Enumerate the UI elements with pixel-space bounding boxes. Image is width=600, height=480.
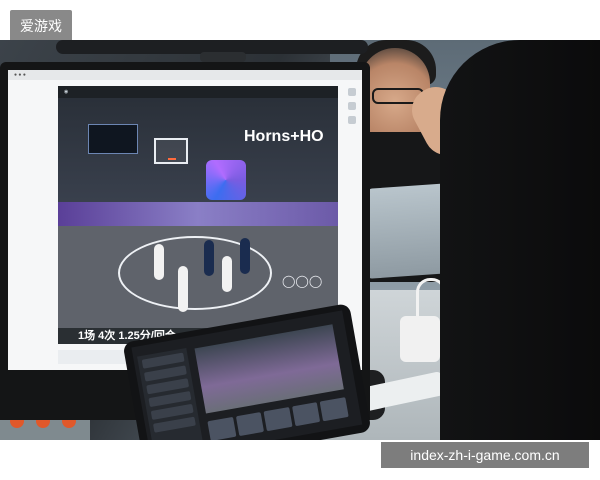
thumbnail[interactable] [235, 411, 265, 437]
thumbnail[interactable] [291, 402, 321, 427]
app-toolbar: ● ● ● [8, 70, 362, 80]
window-controls-icon[interactable]: ● ● ● [14, 72, 26, 78]
video-header: ◉ [58, 86, 338, 98]
player [154, 244, 164, 280]
sidebar-icon[interactable] [348, 102, 356, 110]
backboard [154, 138, 188, 164]
tablet-sidebar [137, 347, 203, 440]
player [222, 256, 232, 292]
webcam-icon [200, 52, 246, 62]
foreground-person [440, 40, 600, 440]
olympic-rings-icon: ◯◯◯ [282, 274, 323, 288]
photo: ● ● ● ◉ Horns+HO ◯◯◯ 1场 4次 1.25分/回合 [0, 40, 600, 440]
thumbnail[interactable] [320, 397, 349, 422]
sidebar-icon[interactable] [348, 116, 356, 124]
charger [400, 316, 440, 362]
player [204, 240, 214, 276]
site-tag: 爱游戏 [10, 10, 72, 42]
player [178, 266, 188, 312]
tablet-menu-item[interactable] [152, 416, 196, 433]
sidebar-icon[interactable] [348, 88, 356, 96]
watermark: index-zh-i-game.com.cn [381, 442, 589, 468]
event-logo-icon [206, 160, 246, 200]
sidebar-icons [348, 88, 358, 130]
brand-text: Horns+HO [244, 128, 324, 145]
laptop [368, 183, 448, 279]
logo-icon: ◉ [64, 89, 69, 95]
hoop-icon [168, 158, 176, 160]
player [240, 238, 250, 274]
video-player[interactable]: ◉ Horns+HO ◯◯◯ 1场 4次 1.25分/回合 [58, 86, 338, 344]
thumbnail[interactable] [263, 407, 293, 432]
arena-scene: Horns+HO ◯◯◯ [58, 98, 338, 328]
scoreboard-icon [88, 124, 138, 154]
thumbnail[interactable] [207, 416, 237, 440]
